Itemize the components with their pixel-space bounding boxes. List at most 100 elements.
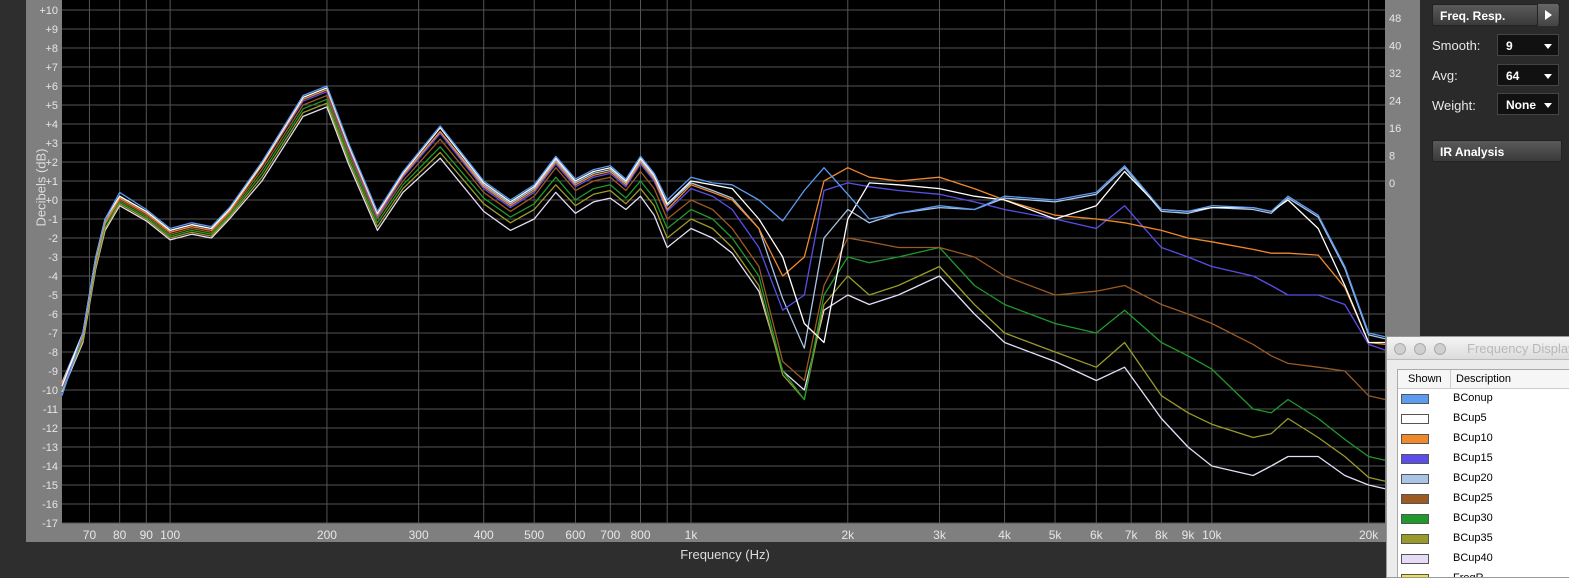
legend-row[interactable]: BCup30 [1398, 510, 1569, 530]
x-tick-label: 6k [1090, 528, 1104, 542]
legend-color-swatch[interactable] [1401, 494, 1429, 504]
legend-table: Shown Description BConup BCup5 BCup10 BCup1… [1397, 369, 1569, 578]
legend-row[interactable]: BCup40 [1398, 550, 1569, 570]
legend-description: BCup20 [1453, 472, 1493, 484]
legend-row[interactable]: FreqR [1398, 570, 1569, 578]
y-tick-label: -17 [42, 518, 58, 530]
weight-select[interactable]: None [1497, 93, 1559, 115]
y-tick-label: -14 [42, 461, 58, 473]
x-tick-label: 7k [1125, 528, 1139, 542]
legend-row[interactable]: BCup35 [1398, 530, 1569, 550]
y-tick-label: -7 [48, 328, 58, 340]
y-tick-label: -8 [48, 347, 58, 359]
window-title-bar[interactable]: Frequency Display [1387, 337, 1569, 360]
y-tick-label: -12 [42, 423, 58, 435]
description-column-header[interactable]: Description [1456, 373, 1511, 385]
ir-analysis-label: IR Analysis [1440, 145, 1505, 159]
y-tick-label: +8 [45, 43, 58, 55]
legend-row[interactable]: BCup20 [1398, 470, 1569, 490]
x-tick-label: 90 [140, 528, 154, 542]
legend-header: Shown Description [1398, 370, 1569, 389]
y2-tick-label: 0 [1389, 178, 1395, 190]
y-tick-label: +9 [45, 24, 58, 36]
legend-color-swatch[interactable] [1401, 474, 1429, 484]
smooth-label: Smooth: [1432, 38, 1481, 53]
x-tick-label: 600 [565, 528, 585, 542]
x-tick-label: 2k [841, 528, 855, 542]
x-tick-label: 100 [160, 528, 180, 542]
window-title: Frequency Display [1467, 341, 1569, 356]
y-tick-label: +10 [39, 5, 58, 17]
legend-row[interactable]: BConup [1398, 390, 1569, 410]
legend-description: BCup5 [1453, 412, 1487, 424]
y2-tick-label: 48 [1389, 13, 1401, 25]
legend-row[interactable]: BCup15 [1398, 450, 1569, 470]
weight-value: None [1506, 98, 1536, 112]
x-tick-label: 80 [113, 528, 127, 542]
x-tick-label: 10k [1202, 528, 1222, 542]
smooth-select[interactable]: 9 [1497, 34, 1559, 56]
x-tick-label: 3k [933, 528, 947, 542]
zoom-icon[interactable] [1434, 343, 1446, 355]
y-tick-label: -16 [42, 499, 58, 511]
y-tick-label: +4 [45, 119, 58, 131]
x-tick-label: 300 [409, 528, 429, 542]
frequency-display-window: Frequency Display Shown Description BCon… [1386, 336, 1569, 578]
y-axis-label: Decibels (dB) [33, 148, 49, 227]
x-tick-label: 200 [317, 528, 337, 542]
legend-description: FreqR [1453, 572, 1484, 578]
legend-description: BCup10 [1453, 432, 1493, 444]
smooth-value: 9 [1506, 39, 1513, 53]
legend-color-swatch[interactable] [1401, 534, 1429, 544]
ir-analysis-button[interactable]: IR Analysis [1432, 140, 1562, 162]
legend-description: BCup35 [1453, 532, 1493, 544]
legend-description: BCup15 [1453, 452, 1493, 464]
y-tick-label: +6 [45, 81, 58, 93]
y2-tick-label: 40 [1389, 41, 1401, 53]
y-tick-label: -10 [42, 385, 58, 397]
freq-resp-label: Freq. Resp. [1440, 9, 1506, 23]
legend-color-swatch[interactable] [1401, 394, 1429, 404]
legend-color-swatch[interactable] [1401, 574, 1429, 577]
y2-tick-label: 24 [1389, 96, 1401, 108]
frequency-response-chart: +10+9+8+7+6+5+4+3+2+1+0-1-2-3-4-5-6-7-8-… [39, 0, 1401, 542]
x-tick-label: 4k [998, 528, 1012, 542]
y-tick-label: -11 [43, 404, 58, 416]
y-tick-label: -15 [42, 480, 58, 492]
legend-color-swatch[interactable] [1401, 454, 1429, 464]
legend-description: BConup [1453, 392, 1493, 404]
y-tick-label: -3 [48, 252, 58, 264]
x-axis-label: Frequency (Hz) [680, 547, 770, 562]
y-tick-label: +7 [45, 62, 58, 74]
x-tick-label: 700 [600, 528, 620, 542]
legend-description: BCup30 [1453, 512, 1493, 524]
legend-description: BCup40 [1453, 552, 1493, 564]
minimize-icon[interactable] [1414, 343, 1426, 355]
plot-frame: +10 +9 +8 +7 +6 +5 +4 +3 +2 +1 +0 -1 -2 -3 -4 -5 -6 -7 -8-… [26, 0, 1420, 542]
legend-row[interactable]: BCup5 [1398, 410, 1569, 430]
play-arrow-icon[interactable] [1537, 4, 1558, 26]
legend-color-swatch[interactable] [1401, 554, 1429, 564]
x-tick-label: 1k [685, 528, 699, 542]
x-tick-label: 70 [83, 528, 97, 542]
legend-row[interactable]: BCup25 [1398, 490, 1569, 510]
legend-color-swatch[interactable] [1401, 514, 1429, 524]
legend-row[interactable]: BCup10 [1398, 430, 1569, 450]
y-tick-label: -5 [48, 290, 58, 302]
y2-tick-label: 16 [1389, 123, 1401, 135]
y2-tick-label: 32 [1389, 68, 1401, 80]
column-divider [1450, 370, 1451, 388]
x-tick-label: 8k [1155, 528, 1169, 542]
legend-color-swatch[interactable] [1401, 434, 1429, 444]
x-tick-label: 400 [474, 528, 494, 542]
x-tick-label: 5k [1049, 528, 1063, 542]
y-tick-label: -4 [48, 271, 58, 283]
shown-column-header[interactable]: Shown [1408, 373, 1442, 385]
legend-color-swatch[interactable] [1401, 414, 1429, 424]
y-tick-label: -2 [48, 233, 58, 245]
close-icon[interactable] [1394, 343, 1406, 355]
y-tick-label: -6 [48, 309, 58, 321]
y-tick-label: -13 [42, 442, 58, 454]
y-tick-label: +5 [45, 100, 58, 112]
avg-select[interactable]: 64 [1497, 64, 1559, 86]
